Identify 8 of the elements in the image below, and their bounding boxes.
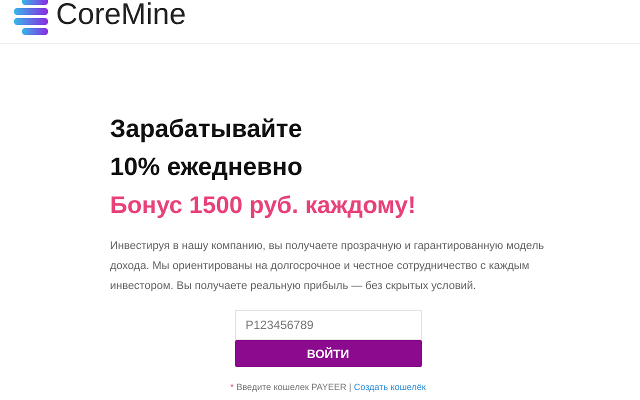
wallet-field[interactable]: P123456789 — [234, 310, 422, 340]
login-button[interactable]: ВОЙТИ — [234, 340, 422, 367]
bonus-text: Бонус 1500 руб. каждому! — [110, 191, 417, 221]
description-text: Инвестируя в нашу компанию, вы получаете прозрачную и гарантированную модель дохода. Мы ориентированы на долгосрочное и честное сотрудничество с каждым инвестором. Вы получаете реальную прибыль — без скрытых условий. — [110, 239, 545, 294]
hero-title: Зарабатывайте — [110, 114, 304, 145]
logo-text: CoreMine — [56, 0, 186, 33]
wallet-note: * Введите кошелек PAYEER | Создать кошелёк — [230, 381, 426, 394]
hero-title: 10% ежедневно — [110, 152, 304, 183]
